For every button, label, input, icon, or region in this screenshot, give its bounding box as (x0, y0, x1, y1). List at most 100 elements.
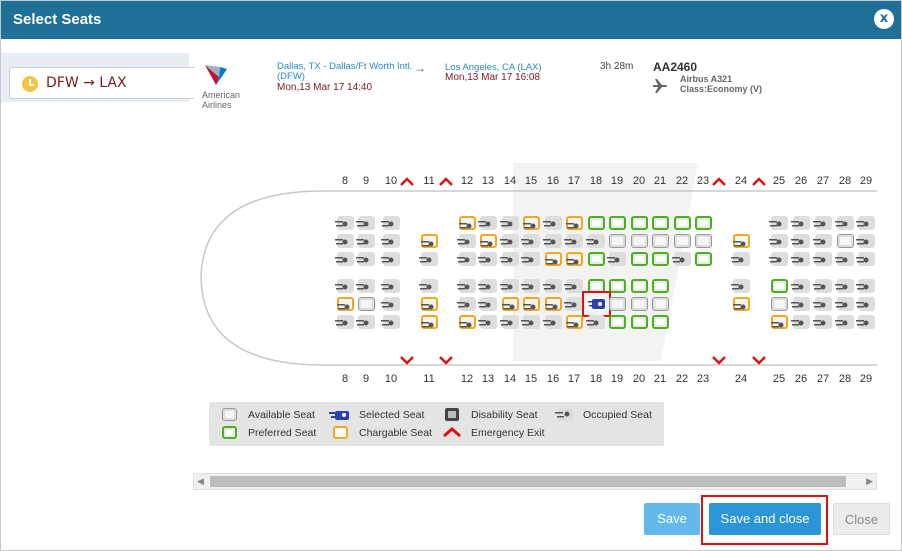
chargeable-seat-17-row6[interactable] (566, 315, 583, 329)
occupied-seat-22-row3 (672, 252, 691, 266)
preferred-seat-22-row1[interactable] (674, 216, 691, 230)
scroll-right-arrow-icon[interactable]: ▶ (866, 476, 873, 487)
preferred-seat-body (588, 216, 605, 230)
available-seat-20-row5[interactable] (631, 297, 648, 311)
occupied-seat-26-row1 (791, 216, 810, 230)
column-number-bottom-10: 10 (384, 373, 398, 385)
preferred-seat-21-row4[interactable] (652, 279, 669, 293)
chargeable-seat-25-row6[interactable] (771, 315, 788, 329)
route-tab-dfw-lax[interactable]: DFW → LAX (9, 67, 194, 99)
occupied-seat-29-row2 (856, 234, 875, 248)
occupied-person-icon (835, 221, 848, 227)
chargeable-seat-14-row5[interactable] (502, 297, 519, 311)
preferred-seat-18-row3[interactable] (588, 252, 605, 266)
preferred-seat-21-row6[interactable] (652, 315, 669, 329)
column-number-top-21: 21 (653, 175, 667, 187)
preferred-seat-21-row3[interactable] (652, 252, 669, 266)
chargeable-seat-12-row6[interactable] (459, 315, 476, 329)
available-seat-9-row5[interactable] (358, 297, 375, 311)
occupied-person-icon (731, 257, 744, 263)
scrollbar-thumb[interactable] (210, 476, 846, 487)
chargeable-seat-16-row3[interactable] (545, 252, 562, 266)
column-number-top-22: 22 (675, 175, 689, 187)
column-number-top-18: 18 (589, 175, 603, 187)
occupied-person-icon (381, 221, 394, 227)
chargeable-seat-11-row2[interactable] (421, 234, 438, 248)
horizontal-scrollbar[interactable]: ◀ ▶ (193, 473, 877, 490)
available-seat-28-row2[interactable] (837, 234, 854, 248)
legend-occupied-label: Occupied Seat (583, 409, 652, 421)
chargeable-seat-15-row1[interactable] (523, 216, 540, 230)
selected-seat-18-row5[interactable] (588, 297, 605, 311)
occupied-seat-17-row4 (564, 279, 583, 293)
occupied-person-icon (835, 320, 848, 326)
occupied-person-icon (356, 221, 369, 227)
chargeable-seat-13-row2[interactable] (480, 234, 497, 248)
preferred-seat-20-row3[interactable] (631, 252, 648, 266)
chargeable-seat-8-row5[interactable] (337, 297, 354, 311)
occupied-seat-body (813, 216, 832, 230)
chargeable-seat-24-row2[interactable] (733, 234, 750, 248)
occupied-person-icon (502, 304, 515, 310)
preferred-seat-21-row1[interactable] (652, 216, 669, 230)
column-number-top-24: 24 (734, 175, 748, 187)
legend-available-label: Available Seat (248, 409, 315, 421)
chargeable-seat-15-row5[interactable] (523, 297, 540, 311)
available-seat-21-row2[interactable] (652, 234, 669, 248)
available-seat-25-row5[interactable] (771, 297, 788, 311)
scroll-left-arrow-icon[interactable]: ◀ (197, 476, 204, 487)
preferred-seat-20-row1[interactable] (631, 216, 648, 230)
occupied-person-icon (769, 239, 782, 245)
chargeable-seat-17-row3[interactable] (566, 252, 583, 266)
occupied-seat-10-row4 (381, 279, 400, 293)
available-seat-21-row5[interactable] (652, 297, 669, 311)
chargeable-seat-12-row1[interactable] (459, 216, 476, 230)
occupied-seat-body (521, 279, 540, 293)
occupied-person-icon (381, 284, 394, 290)
available-seat-20-row2[interactable] (631, 234, 648, 248)
column-number-bottom-23: 23 (696, 373, 710, 385)
preferred-seat-20-row6[interactable] (631, 315, 648, 329)
occupied-person-icon (791, 221, 804, 227)
close-icon[interactable]: x (874, 9, 894, 29)
save-and-close-button[interactable]: Save and close (709, 503, 821, 535)
available-seat-19-row2[interactable] (609, 234, 626, 248)
chargeable-seat-body (523, 216, 540, 230)
available-seat-19-row5[interactable] (609, 297, 626, 311)
occupied-seat-28-row1 (835, 216, 854, 230)
occupied-person-icon (500, 239, 513, 245)
save-button[interactable]: Save (644, 503, 700, 535)
occupied-seat-body (769, 234, 788, 248)
preferred-seat-19-row1[interactable] (609, 216, 626, 230)
column-number-bottom-15: 15 (524, 373, 538, 385)
occupied-seat-10-row5 (381, 297, 400, 311)
close-button[interactable]: Close (833, 503, 890, 535)
chargeable-seat-11-row6[interactable] (421, 315, 438, 329)
preferred-seat-19-row4[interactable] (609, 279, 626, 293)
column-number-top-16: 16 (546, 175, 560, 187)
preferred-seat-body (652, 279, 669, 293)
preferred-seat-23-row3[interactable] (695, 252, 712, 266)
occupied-seat-26-row4 (791, 279, 810, 293)
chargeable-seat-16-row5[interactable] (545, 297, 562, 311)
occupied-seat-29-row5 (856, 297, 875, 311)
available-seat-23-row2[interactable] (695, 234, 712, 248)
chargeable-seat-17-row1[interactable] (566, 216, 583, 230)
preferred-seat-19-row6[interactable] (609, 315, 626, 329)
preferred-seat-23-row1[interactable] (695, 216, 712, 230)
preferred-seat-25-row4[interactable] (771, 279, 788, 293)
available-seat-22-row2[interactable] (674, 234, 691, 248)
occupied-seat-28-row6 (835, 315, 854, 329)
chargeable-seat-11-row5[interactable] (421, 297, 438, 311)
preferred-seat-20-row4[interactable] (631, 279, 648, 293)
chargeable-seat-24-row5[interactable] (733, 297, 750, 311)
occupied-seat-16-row4 (543, 279, 562, 293)
occupied-seat-body (381, 252, 400, 266)
chargeable-seat-body (421, 315, 438, 329)
occupied-person-icon (813, 239, 826, 245)
occupied-person-icon (769, 257, 782, 263)
occupied-person-icon (543, 221, 556, 227)
flight-number: AA2460 (653, 60, 698, 74)
preferred-seat-18-row1[interactable] (588, 216, 605, 230)
occupied-person-icon (564, 284, 577, 290)
